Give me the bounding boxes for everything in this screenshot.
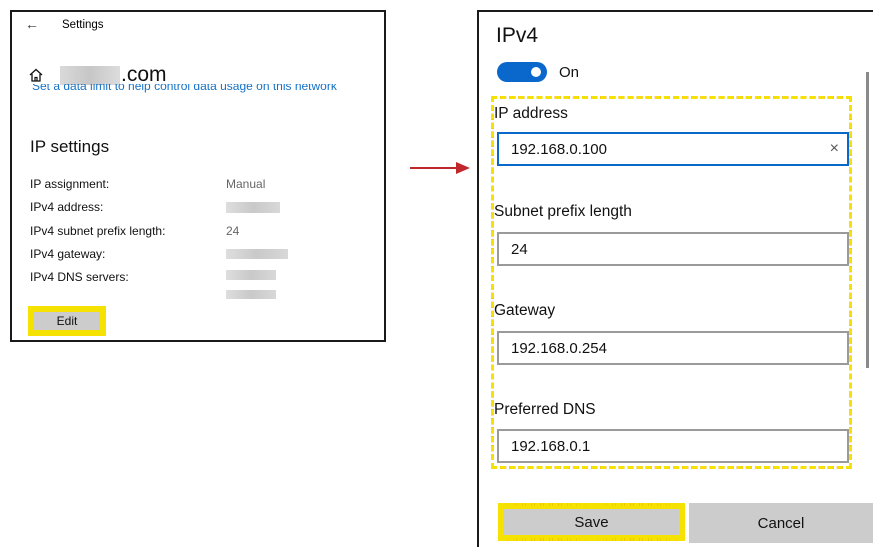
back-arrow-icon[interactable]: ← <box>25 16 39 32</box>
row-label-subnet-prefix: IPv4 subnet prefix length: <box>30 224 166 238</box>
toggle-knob <box>531 67 541 77</box>
row-label-ipv4-address: IPv4 address: <box>30 200 104 214</box>
row-value-ip-assignment: Manual <box>226 177 266 191</box>
gateway-label: Gateway <box>494 302 556 319</box>
ip-address-value: 192.168.0.100 <box>511 140 607 158</box>
row-label-dns-servers: IPv4 DNS servers: <box>30 270 129 284</box>
row-label-ip-assignment: IP assignment: <box>30 177 110 191</box>
subnet-prefix-input[interactable]: 24 <box>497 232 849 266</box>
subnet-prefix-value: 24 <box>511 240 528 258</box>
redacted-ipv4-gateway <box>226 249 288 259</box>
ipv4-toggle[interactable] <box>497 62 547 82</box>
section-title-ip-settings: IP settings <box>30 137 110 156</box>
gateway-value: 192.168.0.254 <box>511 339 607 357</box>
preferred-dns-value: 192.168.0.1 <box>511 437 591 455</box>
window-title: Settings <box>62 19 104 31</box>
dialog-title: IPv4 <box>496 24 539 47</box>
ip-address-label: IP address <box>494 105 568 122</box>
save-button-highlight: Save <box>498 503 685 541</box>
scrollbar[interactable] <box>866 72 869 368</box>
redacted-dns-server-1 <box>226 270 276 280</box>
cancel-button[interactable]: Cancel <box>689 503 873 543</box>
toggle-label: On <box>559 64 580 81</box>
home-icon <box>29 68 43 82</box>
row-label-ipv4-gateway: IPv4 gateway: <box>30 247 106 261</box>
redacted-dns-server-2 <box>226 290 276 299</box>
save-button[interactable]: Save <box>504 509 679 535</box>
gateway-input[interactable]: 192.168.0.254 <box>497 331 849 365</box>
redacted-ipv4-address <box>226 202 280 213</box>
ipv4-edit-dialog: IPv4 On IP address 192.168.0.100 × Subne… <box>477 10 873 547</box>
ip-address-input[interactable]: 192.168.0.100 × <box>497 132 849 166</box>
data-limit-link[interactable]: Set a data limit to help control data us… <box>32 84 382 93</box>
edit-button[interactable]: Edit <box>34 312 100 330</box>
arrow-icon <box>410 162 470 174</box>
redacted-domain <box>60 65 120 85</box>
clear-icon[interactable]: × <box>830 140 839 158</box>
row-value-subnet-prefix: 24 <box>226 224 240 238</box>
preferred-dns-label: Preferred DNS <box>494 401 596 418</box>
preferred-dns-input[interactable]: 192.168.0.1 <box>497 429 849 463</box>
settings-window-left: ← Settings .com Set a data limit to help… <box>10 10 386 342</box>
subnet-prefix-label: Subnet prefix length <box>494 203 632 220</box>
edit-button-highlight: Edit <box>28 306 106 336</box>
